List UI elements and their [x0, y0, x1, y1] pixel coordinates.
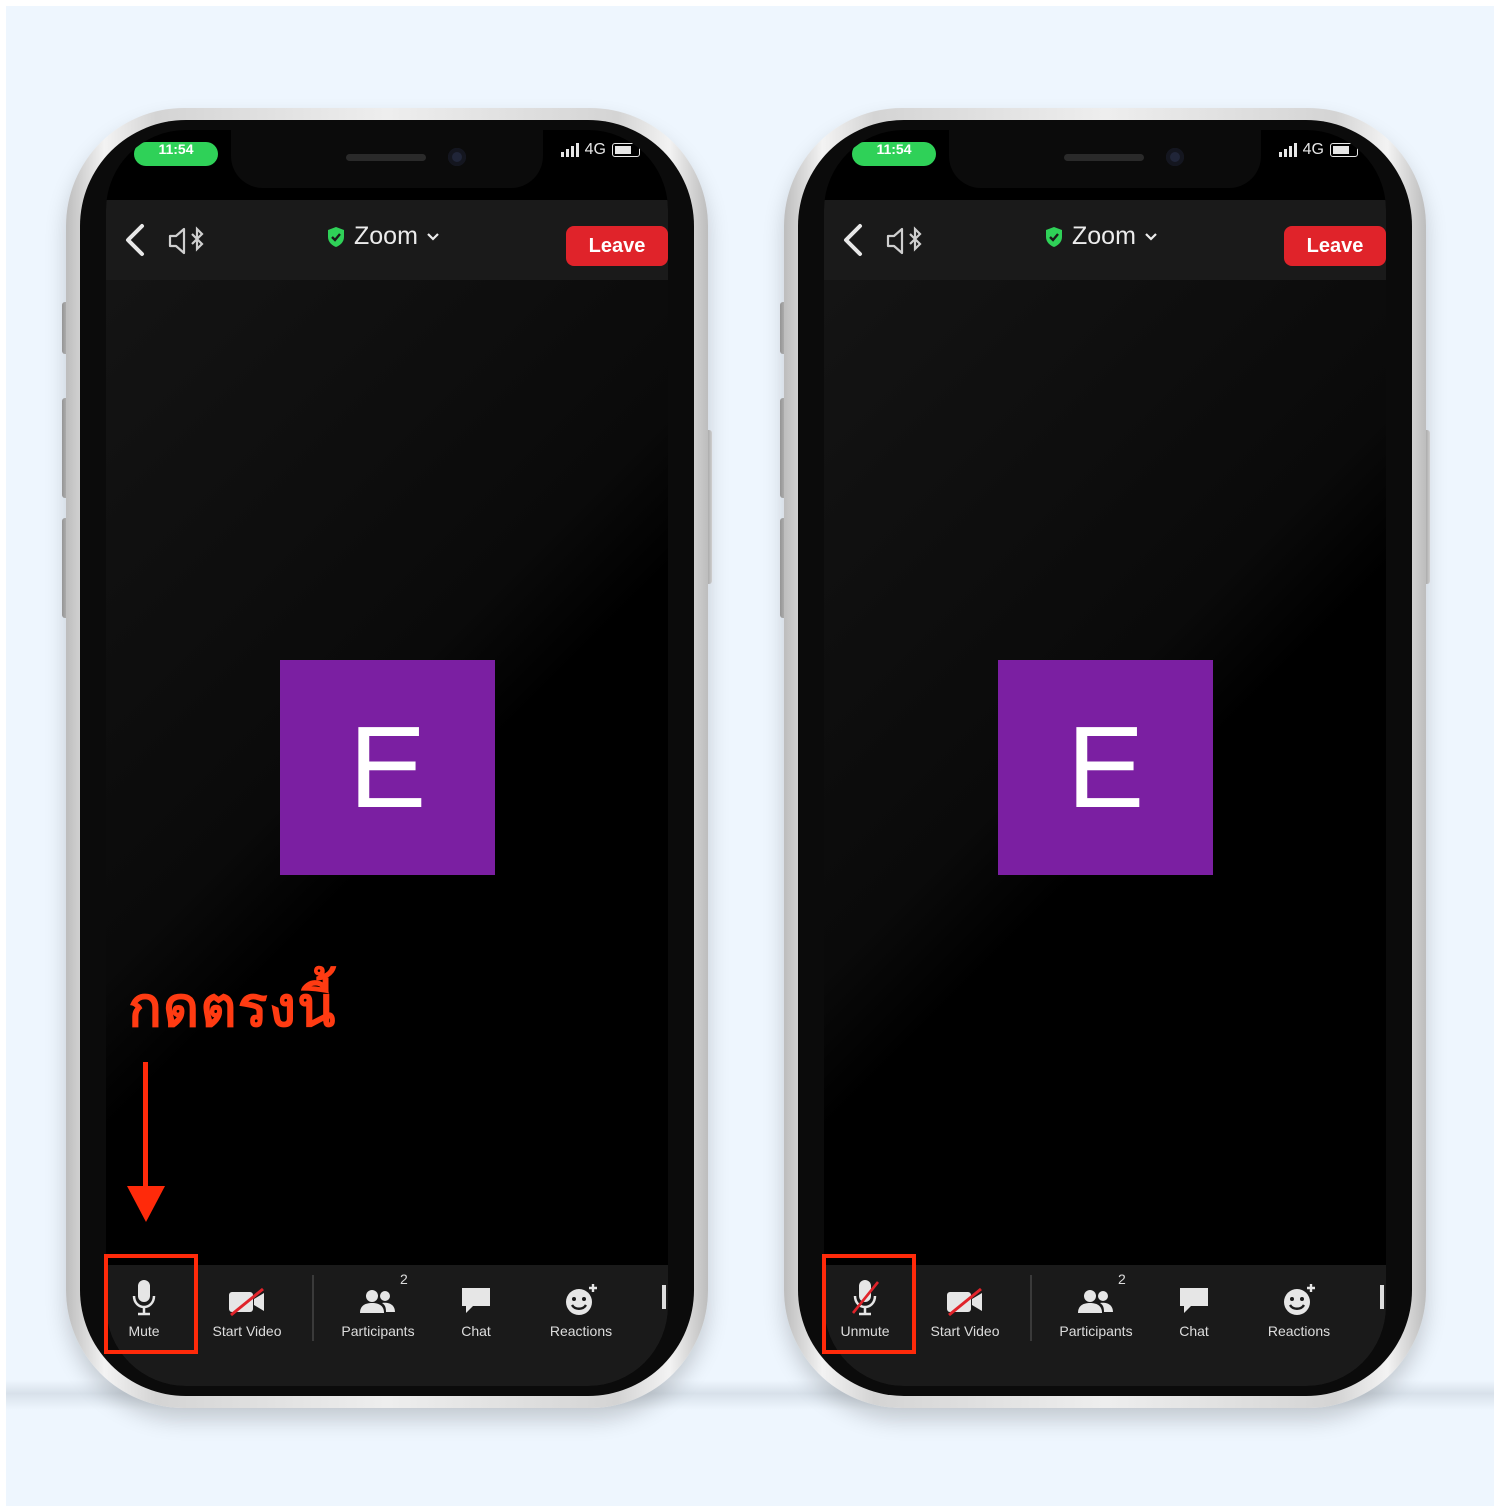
- reaction-emoji-icon: [1284, 1284, 1315, 1315]
- more-button-partial[interactable]: [1380, 1285, 1384, 1309]
- meeting-top-bar: Zoom Leave: [106, 200, 668, 280]
- participants-label: Participants: [1059, 1323, 1133, 1339]
- reactions-label: Reactions: [549, 1323, 613, 1339]
- meeting-title[interactable]: Zoom: [326, 222, 440, 251]
- phone-screen: 11:54 4G: [106, 130, 668, 1386]
- instruction-annotation: กดตรงนี้: [128, 975, 337, 1040]
- reactions-button[interactable]: Reactions: [536, 1277, 626, 1347]
- video-area: E: [824, 280, 1386, 1265]
- participants-count: 2: [1118, 1271, 1126, 1287]
- phone-mockup-right: 11:54 4G Zoom Leave E Unmute Start Video…: [780, 108, 1430, 1408]
- chat-label: Chat: [461, 1323, 491, 1339]
- participants-icon: [360, 1290, 395, 1313]
- chat-label: Chat: [1179, 1323, 1209, 1339]
- mute-highlight-box: [104, 1254, 198, 1354]
- start-video-label: Start Video: [212, 1323, 282, 1339]
- notch: [231, 130, 543, 188]
- chat-button[interactable]: Chat: [446, 1277, 506, 1347]
- participants-icon: [1078, 1290, 1113, 1313]
- reactions-button[interactable]: Reactions: [1254, 1277, 1344, 1347]
- video-area: E: [106, 280, 668, 1265]
- participant-avatar: E: [280, 660, 495, 875]
- participants-button[interactable]: 2 Participants: [328, 1271, 428, 1347]
- chat-bubble-icon: [1180, 1288, 1208, 1313]
- meeting-title[interactable]: Zoom: [1044, 222, 1158, 251]
- reaction-emoji-icon: [566, 1284, 597, 1315]
- network-type: 4G: [584, 141, 606, 158]
- status-time: 11:54: [852, 142, 936, 166]
- chevron-left-icon[interactable]: [116, 220, 156, 260]
- earpiece: [1064, 154, 1144, 161]
- leave-button[interactable]: Leave: [566, 226, 668, 266]
- start-video-label: Start Video: [930, 1323, 1000, 1339]
- participants-button[interactable]: 2 Participants: [1046, 1271, 1146, 1347]
- earpiece: [346, 154, 426, 161]
- participants-count: 2: [400, 1271, 408, 1287]
- phone-screen: 11:54 4G: [824, 130, 1386, 1386]
- start-video-button[interactable]: Start Video: [202, 1277, 292, 1347]
- battery-icon: [612, 143, 640, 157]
- status-time: 11:54: [134, 142, 218, 166]
- toolbar-divider: [1030, 1275, 1032, 1341]
- status-indicators: 4G: [560, 140, 640, 160]
- video-off-icon: [229, 1287, 264, 1317]
- shield-check-icon: [328, 226, 344, 247]
- speaker-bluetooth-icon[interactable]: [884, 226, 928, 256]
- participants-label: Participants: [341, 1323, 415, 1339]
- reactions-label: Reactions: [1267, 1323, 1331, 1339]
- chevron-down-icon: [1145, 232, 1157, 241]
- notch: [949, 130, 1261, 188]
- start-video-button[interactable]: Start Video: [920, 1277, 1010, 1347]
- network-type: 4G: [1302, 141, 1324, 158]
- unmute-highlight-box: [822, 1254, 916, 1354]
- chat-bubble-icon: [462, 1288, 490, 1313]
- annotation-arrow-shaft: [143, 1062, 148, 1192]
- meeting-top-bar: Zoom Leave: [824, 200, 1386, 280]
- front-camera: [1166, 148, 1184, 166]
- meeting-title-text: Zoom: [1072, 222, 1136, 250]
- status-indicators: 4G: [1278, 140, 1358, 160]
- front-camera: [448, 148, 466, 166]
- more-button-partial[interactable]: [662, 1285, 666, 1309]
- annotation-arrow-head: [127, 1186, 165, 1222]
- chat-button[interactable]: Chat: [1164, 1277, 1224, 1347]
- meeting-title-text: Zoom: [354, 222, 418, 250]
- toolbar-divider: [312, 1275, 314, 1341]
- speaker-bluetooth-icon[interactable]: [166, 226, 210, 256]
- signal-icon: [1278, 143, 1297, 157]
- signal-icon: [560, 143, 579, 157]
- shield-check-icon: [1046, 226, 1062, 247]
- battery-icon: [1330, 143, 1358, 157]
- chevron-down-icon: [427, 232, 439, 241]
- video-off-icon: [947, 1287, 982, 1317]
- leave-button[interactable]: Leave: [1284, 226, 1386, 266]
- chevron-left-icon[interactable]: [834, 220, 874, 260]
- participant-avatar: E: [998, 660, 1213, 875]
